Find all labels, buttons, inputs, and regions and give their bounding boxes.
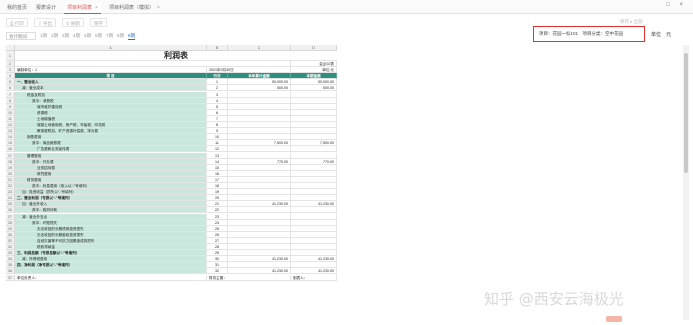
unit-label: 单位 元 (651, 32, 672, 38)
scroll-thumb[interactable] (684, 53, 688, 173)
period-tab-9[interactable]: 9期 (128, 33, 136, 40)
period-tab-1[interactable]: 1期 (40, 33, 47, 39)
watermark: 知乎 @西安云海极光 (484, 290, 624, 308)
row-number: 1 (6, 51, 15, 61)
tab-label: 项目利润表 (67, 5, 93, 11)
period-tab-5[interactable]: 5期 (84, 33, 91, 39)
tab-project-profit-sim[interactable]: 项目利润表（模拟） × (106, 2, 163, 14)
print-button[interactable]: ⎙ 打印 (6, 18, 28, 27)
period-tab-6[interactable]: 6期 (95, 33, 102, 39)
filter-box[interactable]: 项目：花园一标101 项目分类：空中花园 (533, 26, 645, 42)
app-window: 我的首页 报表设计 项目利润表 × 项目利润表（模拟） × □ × ⎙ 打印 ⇪ 导… (0, 0, 693, 325)
period-tab-8[interactable]: 8期 (117, 33, 124, 39)
footer-left: 单位负责人： (15, 274, 207, 281)
period-tab-3[interactable]: 3期 (62, 33, 69, 39)
row-number: 37 (6, 274, 15, 281)
save-all-link[interactable]: 保存 ▸ 全部 (620, 19, 643, 25)
period-select[interactable]: 会计期间 (6, 32, 36, 40)
footer-mid: 财务主管： (207, 274, 291, 281)
save-button[interactable]: 保存 (90, 18, 107, 27)
tab-label: 我的首页 (7, 5, 28, 11)
tab-bar: 我的首页 报表设计 项目利润表 × 项目利润表（模拟） × □ × (0, 0, 693, 14)
tab-label: 报表设计 (36, 5, 57, 11)
period-tab-4[interactable]: 4期 (73, 33, 80, 39)
close-icon[interactable]: × (157, 5, 160, 11)
tab-report-design[interactable]: 报表设计 (33, 2, 59, 14)
vertical-scrollbar[interactable] (683, 45, 689, 320)
tab-project-profit[interactable]: 项目利润表 × (64, 2, 101, 14)
export-button[interactable]: ⇪ 导出 (34, 18, 57, 27)
tab-home[interactable]: 我的首页 (4, 2, 30, 14)
tab-label: 项目利润表（模拟） (109, 5, 155, 11)
period-tab-2[interactable]: 2期 (51, 33, 58, 39)
spreadsheet[interactable]: A B C D 1 利润表 2 会企02表 3 编制单位：1 2021年9月30日 单位:元 4 项 目行… (6, 45, 337, 325)
report-title: 利润表 (15, 51, 337, 61)
close-icon[interactable]: × (95, 5, 98, 11)
refresh-button[interactable]: ↻ 刷新 (62, 18, 85, 27)
watermark-logo (606, 316, 622, 322)
footer-right: 制表人： (291, 274, 337, 281)
period-tab-7[interactable]: 7期 (106, 33, 113, 39)
window-controls[interactable]: □ × (666, 2, 687, 8)
